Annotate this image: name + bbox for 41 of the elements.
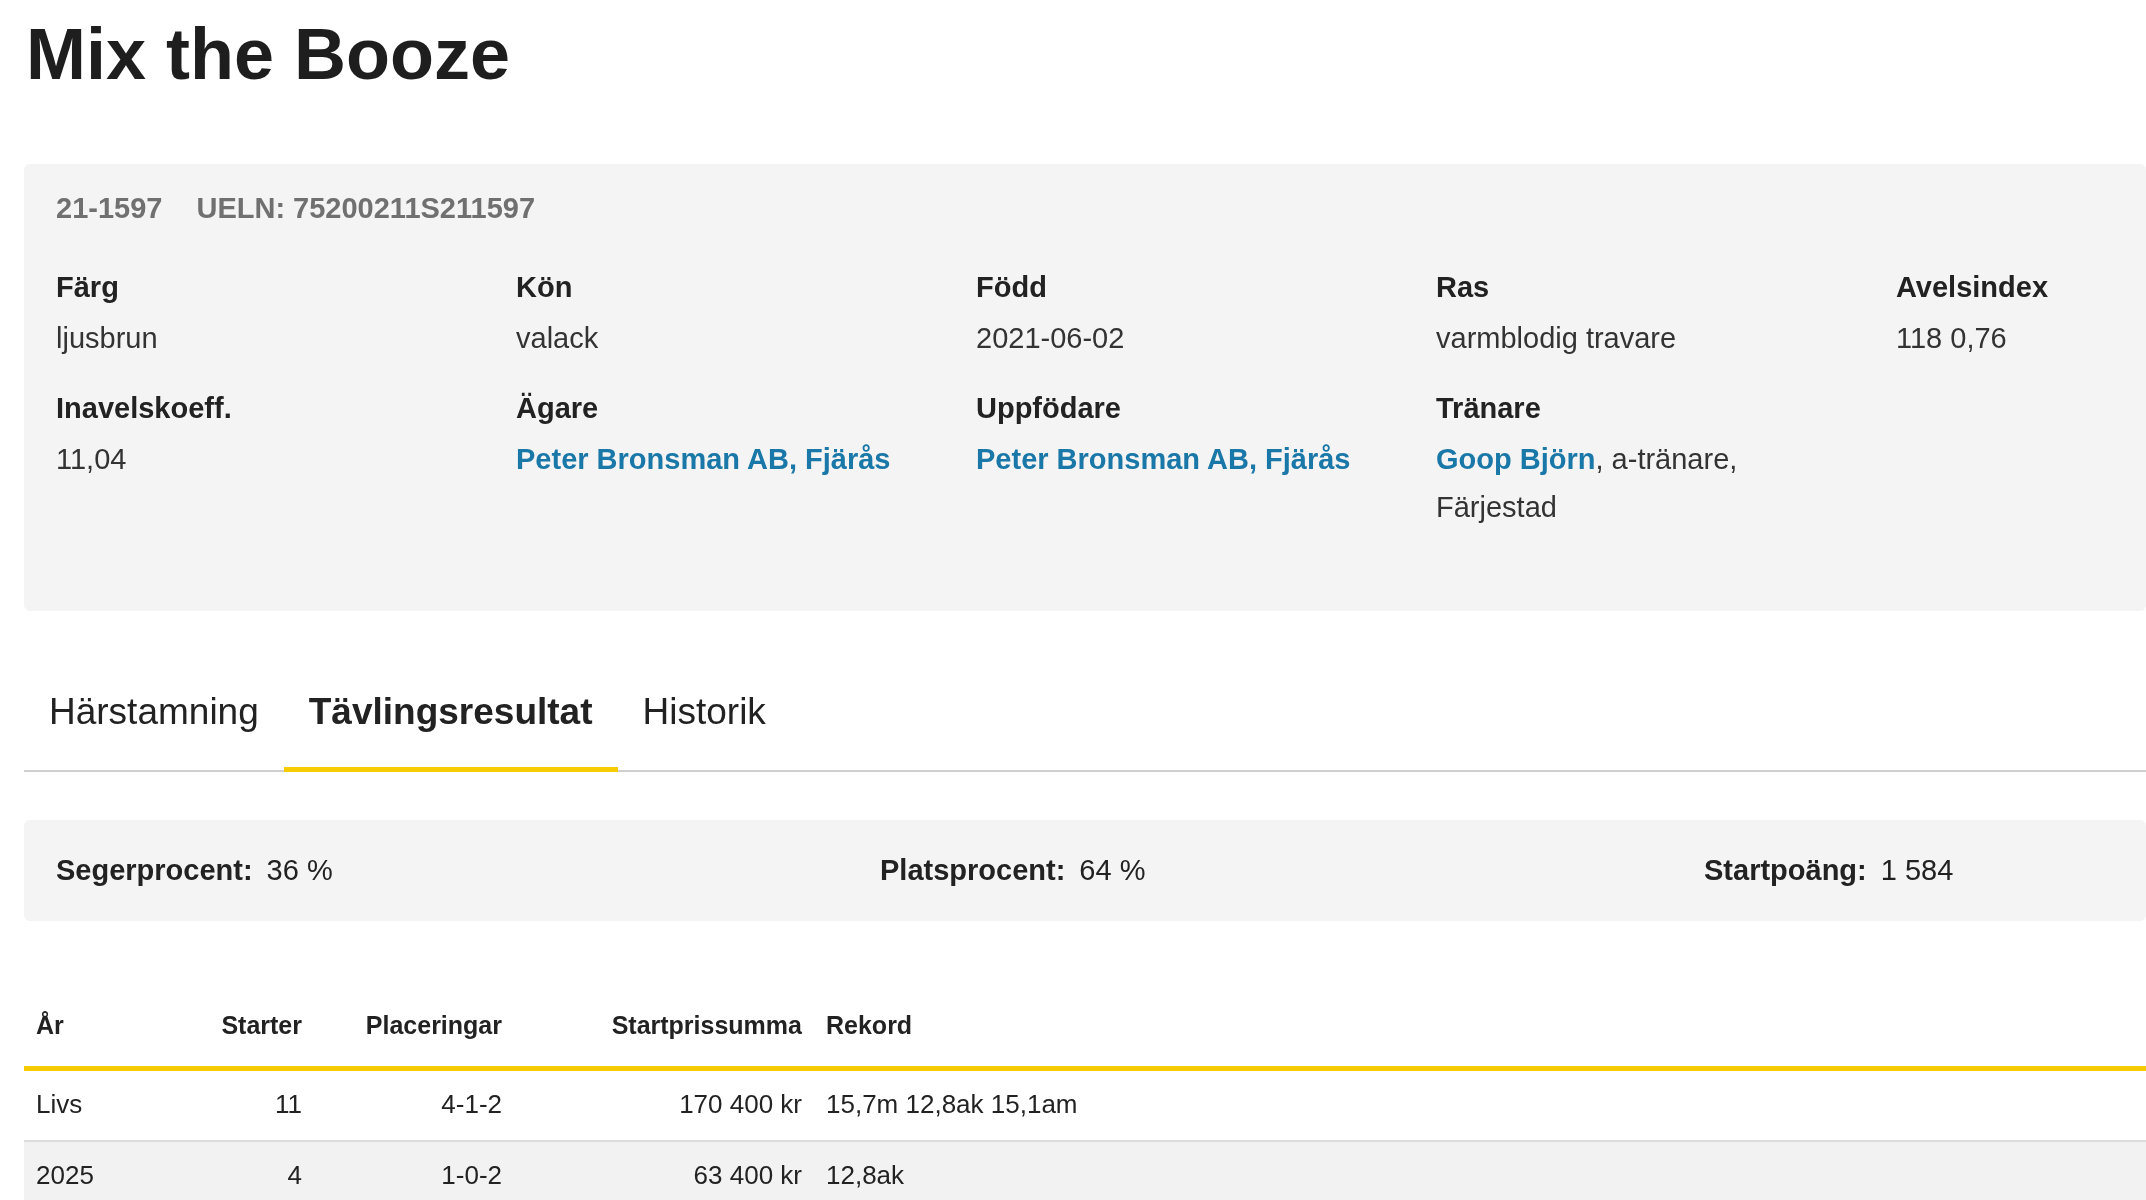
stat-value: 1 584 [1880,854,1954,887]
tab[interactable]: Historik [617,671,791,772]
stat-value: 36 % [266,854,333,887]
table-cell: 2025 [24,1141,174,1200]
id-text: 21-1597 [56,192,163,225]
field-label: Färg [56,271,119,304]
page-title: Mix the Booze [25,13,511,94]
field-label: Tränare [1436,392,1541,425]
stat-label: Startpoäng: [1704,854,1867,887]
field-link[interactable]: Peter Bronsman AB, Fjärås [976,443,1351,475]
table-cell: 12,8ak [814,1141,2146,1200]
table-cell: 15,7m 12,8ak 15,1am [814,1068,2146,1141]
stat-value: 64 % [1079,854,1146,887]
field-label: Kön [516,271,573,304]
field-value: valack [516,321,599,356]
table-cell: Livs [24,1068,174,1141]
field-value: Goop Björn, a-tränare, Färjestad [1436,442,1739,525]
stat-label: Platsprocent: [880,854,1066,887]
table-cell: 1-0-2 [314,1141,514,1200]
field-value: varmblodig travare [1436,321,1677,356]
field-label: Uppfödare [976,392,1121,425]
tab[interactable]: Härstamning [24,671,284,772]
field-label: Avelsindex [1896,271,2049,304]
field-label: Ras [1436,271,1490,304]
table-cell: 4 [174,1141,314,1200]
stat-label: Segerprocent: [56,854,253,887]
field-value: ljusbrun [56,321,158,356]
table-cell: 170 400 kr [514,1068,814,1141]
field-label: Inavelskoeff. [56,392,232,425]
table-cell: 63 400 kr [514,1141,814,1200]
field-value: 11,04 [56,442,127,477]
field-label: Ägare [516,392,599,425]
field-link[interactable]: Goop Björn [1436,443,1596,475]
table-cell: 11 [174,1068,314,1141]
id-text: UELN: 75200211S211597 [196,192,536,225]
field-link[interactable]: Peter Bronsman AB, Fjärås [516,443,891,475]
field-label: Född [976,271,1047,304]
field-value: 118 0,76 [1896,321,2007,356]
table-cell: 4-1-2 [314,1068,514,1141]
tab[interactable]: Tävlingsresultat [283,671,618,772]
field-value: 2021-06-02 [976,321,1125,356]
